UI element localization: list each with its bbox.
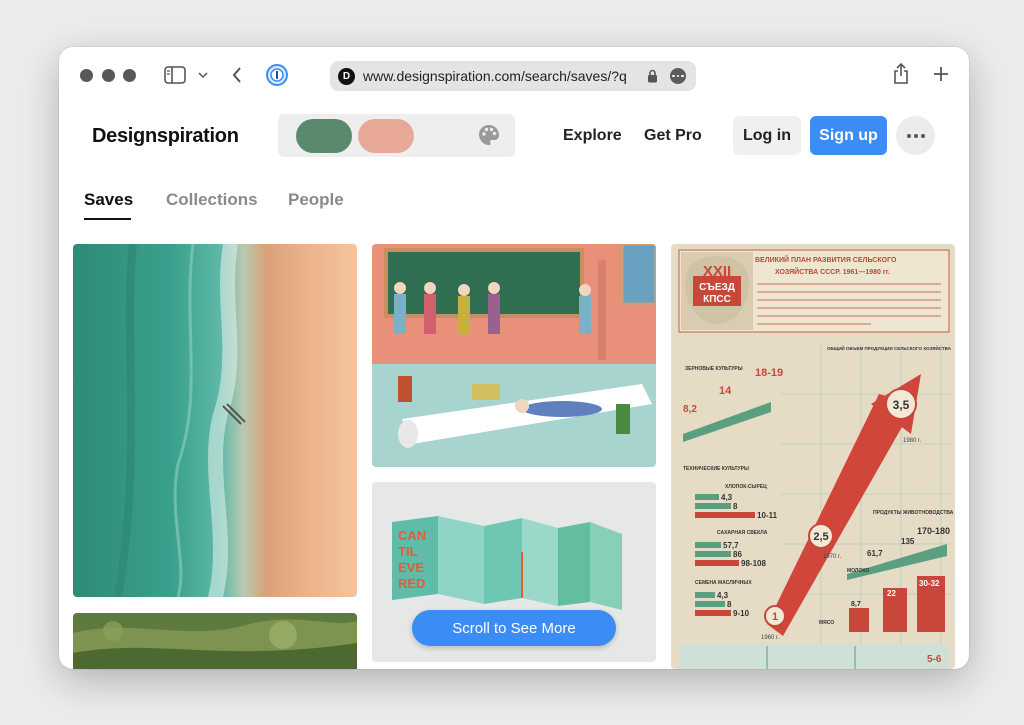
color-swatch-green[interactable]	[296, 119, 352, 153]
soviet-agriculture-poster: XXII СЪЕЗД КПСС ВЕЛИКИЙ ПЛАН РАЗВИТИЯ СЕ…	[671, 244, 955, 669]
brochure-line-3: EVE	[398, 560, 424, 575]
poster-number-n21: 30-32	[919, 579, 940, 588]
poster-year-1970: 1970 г.	[823, 554, 841, 560]
poster-label-tech: ТЕХНИЧЕСКИЕ КУЛЬТУРЫ	[683, 466, 749, 472]
poster-year-1980: 1980 г.	[903, 438, 921, 444]
poster-number-n14: 8	[727, 600, 732, 609]
poster-number-n2: 14	[719, 385, 732, 397]
poster-number-n9: 10-11	[757, 511, 778, 520]
poster-label-meat: МЯСО	[819, 620, 834, 626]
image-card-poster[interactable]: XXII СЪЕЗД КПСС ВЕЛИКИЙ ПЛАН РАЗВИТИЯ СЕ…	[671, 244, 955, 669]
tab-collections[interactable]: Collections	[166, 190, 258, 210]
page-menu-icon[interactable]	[670, 68, 686, 84]
poster-year-1960: 1960 г.	[761, 635, 779, 641]
site-favicon: D	[338, 67, 355, 85]
poster-number-n12: 98-108	[741, 559, 766, 568]
image-card-beach[interactable]	[73, 244, 357, 597]
zoom-window-button[interactable]	[123, 69, 136, 82]
url-text: www.designspiration.com/search/saves/?q	[363, 68, 627, 84]
active-tab-indicator	[84, 218, 131, 220]
brochure-line-4: RED	[398, 576, 425, 591]
poster-title-line-1: ВЕЛИКИЙ ПЛАН РАЗВИТИЯ СЕЛЬСКОГО	[755, 255, 897, 264]
poster-number-n22: 5-6	[927, 654, 942, 665]
poster-label-sugar: САХАРНАЯ СВЕКЛА	[717, 530, 768, 536]
poster-label-grain: ЗЕРНОВЫЕ КУЛЬТУРЫ	[685, 366, 743, 372]
color-swatch-pink[interactable]	[358, 119, 414, 153]
poster-number-n18: 170-180	[917, 526, 950, 536]
image-card-forest[interactable]	[73, 613, 357, 669]
poster-number-n13: 4,3	[717, 591, 729, 600]
scroll-to-see-more-button[interactable]: Scroll to See More	[412, 610, 616, 646]
poster-label-oilseed: СЕМЕНА МАСЛИЧНЫХ	[695, 580, 752, 586]
color-search-bar[interactable]	[278, 114, 515, 157]
signup-button[interactable]: Sign up	[810, 116, 887, 155]
new-tab-icon[interactable]	[931, 64, 951, 84]
nav-get-pro[interactable]: Get Pro	[644, 127, 702, 145]
poster-number-n5: 2,5	[813, 531, 828, 543]
poster-number-n7: 4,3	[721, 493, 733, 502]
forest-aerial-image	[73, 613, 357, 669]
brochure-line-2: TIL	[398, 544, 418, 559]
poster-label-total: ОБЩИЙ ОБЪЕМ ПРОДУКЦИИ СЕЛЬСКОГО ХОЗЯЙСТВ…	[827, 344, 952, 351]
address-bar[interactable]: D www.designspiration.com/search/saves/?…	[330, 61, 696, 91]
poster-number-n16: 61,7	[867, 549, 883, 558]
poster-number-n15: 9-10	[733, 609, 750, 618]
share-icon[interactable]	[891, 62, 911, 86]
browser-toolbar: D www.designspiration.com/search/saves/?…	[59, 47, 969, 105]
chevron-down-icon[interactable]	[196, 68, 210, 82]
nav-explore[interactable]: Explore	[563, 127, 622, 145]
palette-icon[interactable]	[478, 124, 500, 151]
login-button[interactable]: Log in	[733, 116, 801, 155]
minimize-window-button[interactable]	[102, 69, 115, 82]
poster-label-milk: МОЛОКО	[847, 568, 869, 574]
poster-number-n8: 8	[733, 502, 738, 511]
password-manager-icon[interactable]	[265, 63, 289, 87]
poster-number-n17: 135	[901, 537, 915, 546]
back-arrow-icon[interactable]	[229, 64, 245, 86]
poster-number-n11: 86	[733, 550, 742, 559]
brochure-line-1: CAN	[398, 528, 426, 543]
site-logo[interactable]: Designspiration	[92, 125, 239, 148]
browser-window: D www.designspiration.com/search/saves/?…	[59, 47, 969, 669]
poster-badge-line-1: XXII	[703, 263, 731, 280]
beach-aerial-image	[73, 244, 357, 597]
poster-number-n19: 8,7	[851, 601, 861, 608]
poster-number-n10: 57,7	[723, 541, 739, 550]
poster-label-livestock: ПРОДУКТЫ ЖИВОТНОВОДСТВА	[873, 510, 954, 516]
children-drawing-illustration	[372, 244, 656, 467]
poster-badge-line-3: КПСС	[703, 294, 731, 305]
tab-people[interactable]: People	[288, 190, 344, 210]
image-card-illustration[interactable]	[372, 244, 656, 467]
poster-number-n1: 8,2	[683, 404, 697, 415]
poster-label-cotton: ХЛОПОК-СЫРЕЦ	[725, 484, 767, 490]
poster-number-n20: 22	[887, 589, 896, 598]
poster-number-n4: 3,5	[893, 398, 910, 412]
lock-icon	[647, 69, 658, 88]
poster-title-line-2: ХОЗЯЙСТВА СССР. 1961—1980 гг.	[775, 267, 890, 276]
poster-badge-line-2: СЪЕЗД	[699, 282, 735, 293]
poster-badge: XXII СЪЕЗД КПСС	[681, 252, 753, 330]
poster-number-n6: 1	[772, 611, 778, 623]
tab-saves[interactable]: Saves	[84, 190, 133, 210]
sidebar-icon[interactable]	[164, 65, 186, 85]
close-window-button[interactable]	[80, 69, 93, 82]
poster-number-n3: 18-19	[755, 367, 783, 379]
more-options-button[interactable]	[896, 116, 935, 155]
